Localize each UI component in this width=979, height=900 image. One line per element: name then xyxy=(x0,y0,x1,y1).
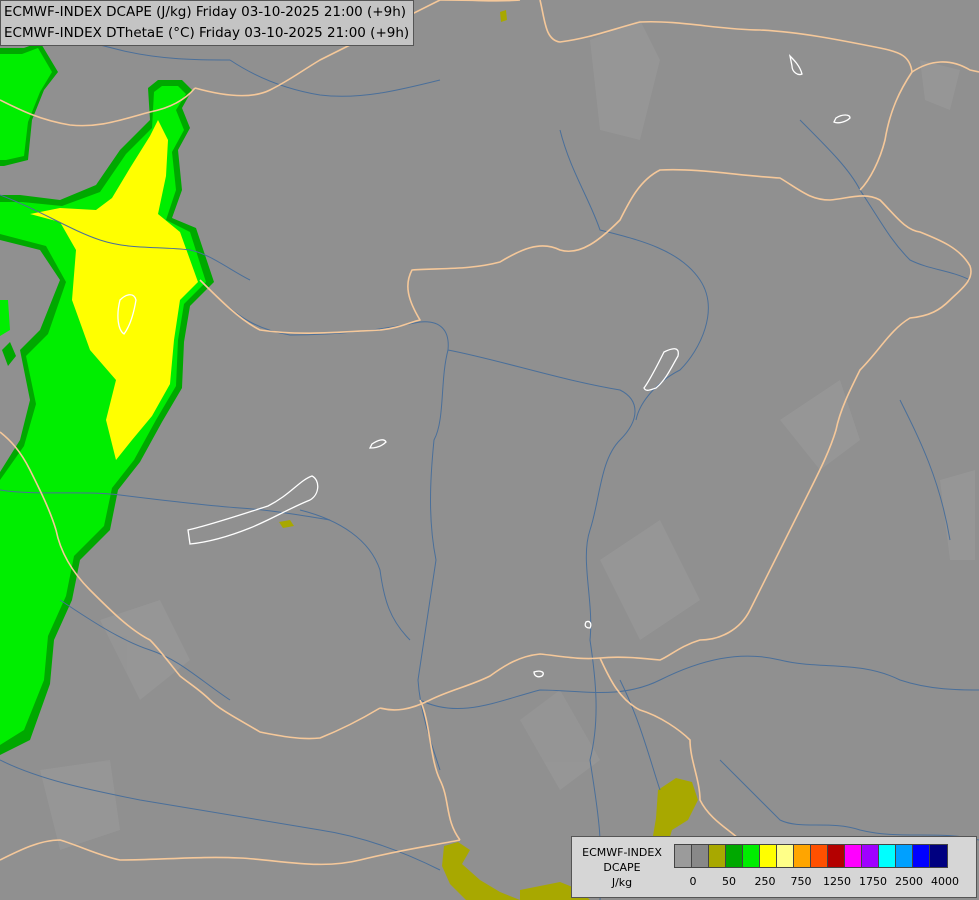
legend-caption: ECMWF-INDEX DCAPE J/kg xyxy=(572,845,672,890)
legend-swatch-5 xyxy=(760,845,777,867)
legend-swatch-14 xyxy=(913,845,930,867)
legend-swatch-12 xyxy=(879,845,896,867)
legend-tick-label: 750 xyxy=(790,875,812,888)
legend-swatches xyxy=(674,844,948,868)
legend-swatch-13 xyxy=(896,845,913,867)
legend-swatch-11 xyxy=(862,845,879,867)
legend-swatch-4 xyxy=(743,845,760,867)
legend-swatch-2 xyxy=(709,845,726,867)
title-line-dthetae: ECMWF-INDEX DThetaE (°C) Friday 03-10-20… xyxy=(4,25,410,41)
legend-caption-model: ECMWF-INDEX xyxy=(582,846,662,859)
legend-swatch-3 xyxy=(726,845,743,867)
map-title-box: ECMWF-INDEX DCAPE (J/kg) Friday 03-10-20… xyxy=(0,0,415,46)
legend-swatch-1 xyxy=(692,845,709,867)
legend-tick-label: 1250 xyxy=(823,875,851,888)
legend-tick-label: 4000 xyxy=(931,875,959,888)
legend-tick-label: 50 xyxy=(722,875,736,888)
legend-swatch-10 xyxy=(845,845,862,867)
legend-swatch-7 xyxy=(794,845,811,867)
legend-swatch-9 xyxy=(828,845,845,867)
legend-caption-unit: J/kg xyxy=(611,876,633,889)
map-view[interactable]: ECMWF-INDEX DCAPE (J/kg) Friday 03-10-20… xyxy=(0,0,979,900)
legend-swatch-0 xyxy=(675,845,692,867)
dcape-area-olive-north xyxy=(500,10,507,22)
legend-caption-parameter: DCAPE xyxy=(603,861,641,874)
legend-tick-label: 2500 xyxy=(895,875,923,888)
legend-swatch-6 xyxy=(777,845,794,867)
legend-ticks: 0 50 250 750 1250 1750 2500 4000 xyxy=(674,875,964,889)
title-line-dcape: ECMWF-INDEX DCAPE (J/kg) Friday 03-10-20… xyxy=(4,4,407,20)
legend-swatch-15 xyxy=(930,845,947,867)
color-legend: ECMWF-INDEX DCAPE J/kg 0 50 250 750 1250 1750… xyxy=(571,836,977,898)
legend-swatch-8 xyxy=(811,845,828,867)
map-canvas[interactable] xyxy=(0,0,979,900)
legend-tick-label: 0 xyxy=(689,875,697,888)
legend-tick-label: 1750 xyxy=(859,875,887,888)
legend-tick-label: 250 xyxy=(754,875,776,888)
